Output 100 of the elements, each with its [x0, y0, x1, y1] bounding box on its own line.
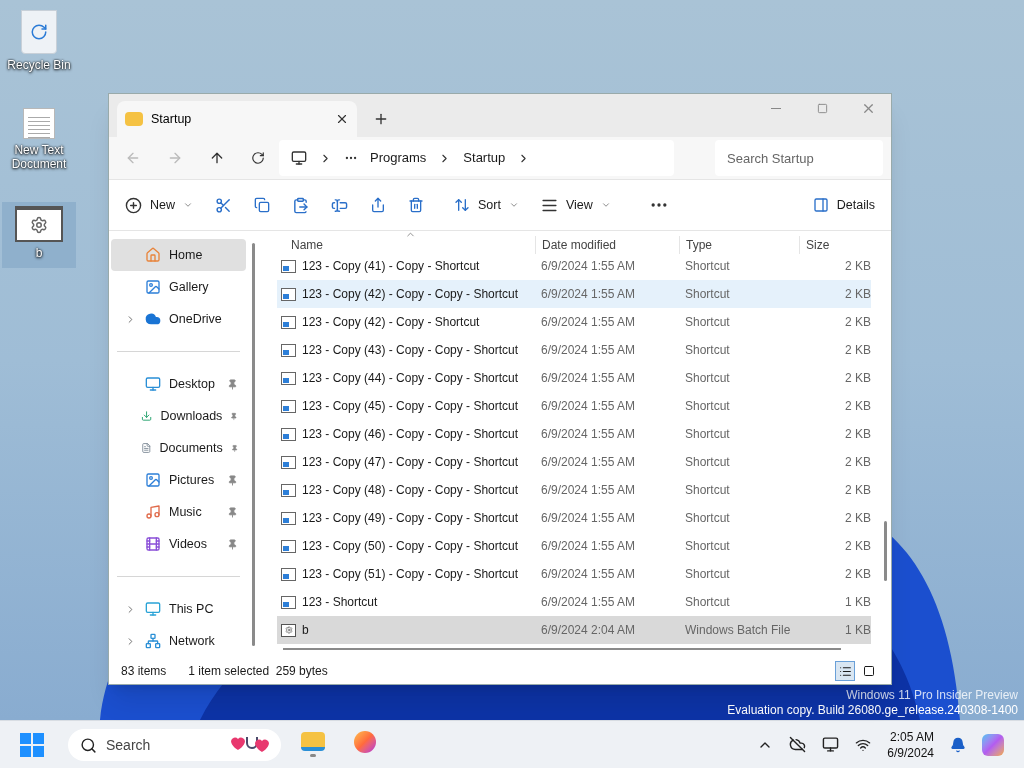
- copilot-icon[interactable]: [982, 733, 1004, 756]
- sidebar-item[interactable]: Desktop: [111, 368, 246, 400]
- file-name: 123 - Copy (43) - Copy - Copy - Shortcut: [302, 342, 519, 359]
- type-cell-text: Shortcut: [684, 426, 731, 443]
- file-row[interactable]: 123 - Copy (48) - Copy - Copy - Shortcut 6/9/2024 1:55 AM Shortcut 2 KB: [277, 476, 871, 504]
- refresh-icon[interactable]: [251, 151, 265, 165]
- sort-button[interactable]: Sort: [454, 195, 519, 215]
- file-row[interactable]: 123 - Copy (42) - Copy - Copy - Shortcut 6/9/2024 1:55 AM Shortcut 2 KB: [277, 280, 871, 308]
- shortcut-file-icon: [281, 567, 296, 581]
- file-row[interactable]: b 6/9/2024 2:04 AM Windows Batch File 1 KB: [277, 616, 871, 644]
- window-tab[interactable]: Startup: [117, 101, 357, 137]
- cut-icon[interactable]: [215, 196, 232, 214]
- paste-icon[interactable]: [292, 196, 309, 214]
- column-header[interactable]: Name: [277, 236, 535, 254]
- rename-icon[interactable]: [331, 196, 348, 214]
- size-cell-text: 2 KB: [844, 370, 871, 387]
- file-row[interactable]: 123 - Copy (47) - Copy - Copy - Shortcut 6/9/2024 1:55 AM Shortcut 2 KB: [277, 448, 871, 476]
- clock-time[interactable]: 2:05 AM: [889, 728, 934, 745]
- desktop-icon-label: New Text Document: [10, 143, 68, 171]
- close-tab-icon[interactable]: [335, 112, 349, 126]
- document-icon: [140, 440, 152, 456]
- copy-icon[interactable]: [254, 197, 270, 213]
- details-view-button[interactable]: [835, 661, 855, 681]
- address-bar[interactable]: Programs Startup: [279, 140, 674, 176]
- date-cell-text: 6/9/2024 1:55 AM: [540, 314, 637, 331]
- new-button[interactable]: New: [125, 195, 193, 215]
- column-header[interactable]: Date modified: [535, 236, 679, 254]
- clock-date[interactable]: 6/9/2024: [887, 744, 934, 761]
- sidebar-item[interactable]: This PC: [111, 593, 246, 625]
- monitor-icon[interactable]: [822, 736, 840, 753]
- sidebar-item[interactable]: Network: [111, 625, 246, 657]
- file-name: 123 - Copy (49) - Copy - Copy - Shortcut: [302, 510, 519, 527]
- chevron-down-icon: [600, 200, 611, 210]
- maximize-icon: [816, 102, 828, 114]
- sidebar-item[interactable]: Documents: [111, 432, 246, 464]
- shortcut-file-icon: [281, 259, 296, 273]
- type-cell-text: Shortcut: [684, 454, 731, 471]
- column-header[interactable]: Type: [679, 236, 799, 254]
- recycle-bin-icon: [21, 10, 57, 54]
- breadcrumb-item[interactable]: Startup: [463, 148, 506, 168]
- file-name: 123 - Copy (46) - Copy - Copy - Shortcut: [302, 426, 519, 443]
- sidebar-item[interactable]: Music: [111, 496, 246, 528]
- notification-bell-icon[interactable]: [950, 736, 966, 753]
- file-name: 123 - Copy (47) - Copy - Copy - Shortcut: [302, 454, 519, 471]
- type-cell-text: Shortcut: [684, 510, 731, 527]
- size-cell-text: 1 KB: [844, 622, 871, 639]
- cloud-off-icon[interactable]: [789, 736, 807, 753]
- sidebar-item[interactable]: Downloads: [111, 400, 246, 432]
- sidebar-item[interactable]: Videos: [111, 528, 246, 560]
- pin-icon: [227, 506, 238, 518]
- details-button[interactable]: Details: [812, 195, 875, 215]
- panel-icon: [812, 197, 829, 213]
- file-row[interactable]: 123 - Copy (41) - Copy - Shortcut 6/9/2024 1:55 AM Shortcut 2 KB: [277, 252, 871, 280]
- type-cell-text: Shortcut: [684, 566, 731, 583]
- share-icon[interactable]: [370, 197, 386, 213]
- sidebar-item[interactable]: Gallery: [111, 271, 246, 303]
- file-name: 123 - Copy (45) - Copy - Copy - Shortcut: [302, 398, 519, 415]
- shortcut-file-icon: [281, 455, 296, 469]
- file-row[interactable]: 123 - Copy (45) - Copy - Copy - Shortcut 6/9/2024 1:55 AM Shortcut 2 KB: [277, 392, 871, 420]
- picture-icon: [145, 472, 161, 488]
- start-icon[interactable]: [20, 732, 44, 757]
- shortcut-file-icon: [281, 343, 296, 357]
- file-row[interactable]: 123 - Copy (51) - Copy - Copy - Shortcut 6/9/2024 1:55 AM Shortcut 2 KB: [277, 560, 871, 588]
- date-cell-text: 6/9/2024 1:55 AM: [540, 538, 637, 555]
- taskbar-search-field[interactable]: Search: [68, 728, 281, 761]
- gear-file-icon: [281, 623, 296, 637]
- file-name: 123 - Copy (42) - Copy - Copy - Shortcut: [302, 286, 519, 303]
- file-row[interactable]: 123 - Copy (50) - Copy - Copy - Shortcut 6/9/2024 1:55 AM Shortcut 2 KB: [277, 532, 871, 560]
- edition-notice-text: Evaluation copy. Build 26080.ge_release.240308-1400: [727, 703, 1018, 718]
- file-row[interactable]: 123 - Copy (44) - Copy - Copy - Shortcut 6/9/2024 1:55 AM Shortcut 2 KB: [277, 364, 871, 392]
- date-cell-text: 6/9/2024 1:55 AM: [540, 342, 637, 359]
- search-field[interactable]: Search Startup: [715, 140, 883, 176]
- home-icon: [145, 247, 161, 263]
- file-row[interactable]: 123 - Shortcut 6/9/2024 1:55 AM Shortcut 1 KB: [277, 588, 871, 616]
- file-row[interactable]: 123 - Copy (46) - Copy - Copy - Shortcut 6/9/2024 1:55 AM Shortcut 2 KB: [277, 420, 871, 448]
- file-name: 123 - Copy (51) - Copy - Copy - Shortcut: [302, 566, 519, 583]
- sidebar-item[interactable]: Home: [111, 239, 246, 271]
- sidebar-item[interactable]: Pictures: [111, 464, 246, 496]
- monitor-icon: [145, 601, 161, 617]
- shortcut-file-icon: [281, 427, 296, 441]
- file-name: 123 - Copy (41) - Copy - Shortcut: [302, 258, 480, 275]
- new-tab-icon[interactable]: [373, 111, 389, 127]
- shortcut-file-icon: [281, 315, 296, 329]
- monitor-icon: [291, 150, 307, 166]
- delete-icon[interactable]: [408, 197, 424, 213]
- desktop-icon-label: Recycle Bin: [7, 58, 71, 72]
- sidebar-item[interactable]: OneDrive: [111, 303, 246, 335]
- file-row[interactable]: 123 - Copy (42) - Copy - Shortcut 6/9/2024 1:55 AM Shortcut 2 KB: [277, 308, 871, 336]
- breadcrumb-item[interactable]: Programs: [370, 148, 427, 168]
- file-row[interactable]: 123 - Copy (49) - Copy - Copy - Shortcut 6/9/2024 1:55 AM Shortcut 2 KB: [277, 504, 871, 532]
- size-cell-text: 2 KB: [844, 482, 871, 499]
- pin-icon: [227, 538, 238, 550]
- date-cell-text: 6/9/2024 1:55 AM: [540, 398, 637, 415]
- file-row[interactable]: 123 - Copy (43) - Copy - Copy - Shortcut 6/9/2024 1:55 AM Shortcut 2 KB: [277, 336, 871, 364]
- date-cell-text: 6/9/2024 1:55 AM: [540, 454, 637, 471]
- up-icon[interactable]: [209, 150, 225, 166]
- shortcut-file-icon: [281, 399, 296, 413]
- chevron-down-icon: [183, 200, 193, 210]
- view-button[interactable]: View: [540, 195, 611, 215]
- column-header[interactable]: Size: [799, 236, 871, 254]
